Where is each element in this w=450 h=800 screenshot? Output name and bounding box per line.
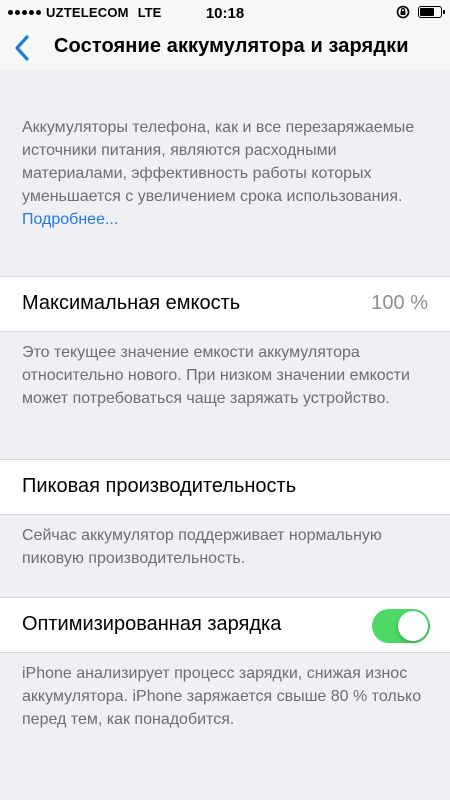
status-bar: UZTELECOM LTE 10:18 [0,0,450,26]
intro-description: Аккумуляторы телефона, как и все перезар… [22,116,432,231]
navigation-bar: Состояние аккумулятора и зарядки [0,26,450,70]
peak-performance-label: Пиковая производительность [22,475,297,497]
chevron-left-icon[interactable] [12,34,34,62]
battery-icon [418,6,445,18]
max-capacity-row: Максимальная емкость 100 % [0,276,450,332]
optimized-charging-footer: iPhone анализирует процесс зарядки, сниж… [22,665,422,728]
peak-performance-row: Пиковая производительность [0,459,450,515]
intro-text: Аккумуляторы телефона, как и все перезар… [22,119,415,205]
orientation-lock-icon [396,5,410,19]
optimized-charging-toggle[interactable] [372,609,430,643]
optimized-charging-label: Оптимизированная зарядка [22,613,282,635]
max-capacity-value: 100 % [371,292,428,314]
learn-more-link[interactable]: Подробнее... [22,211,118,228]
status-time: 10:18 [205,5,245,22]
status-right [396,5,445,19]
peak-performance-footer: Сейчас аккумулятор поддерживает нормальн… [22,527,382,567]
toggle-knob [398,611,428,641]
max-capacity-label: Максимальная емкость [22,292,241,314]
page-title: Состояние аккумулятора и зарядки [54,35,409,57]
max-capacity-footer: Это текущее значение емкости аккумулятор… [22,344,410,407]
optimized-charging-row: Оптимизированная зарядка [0,597,450,653]
